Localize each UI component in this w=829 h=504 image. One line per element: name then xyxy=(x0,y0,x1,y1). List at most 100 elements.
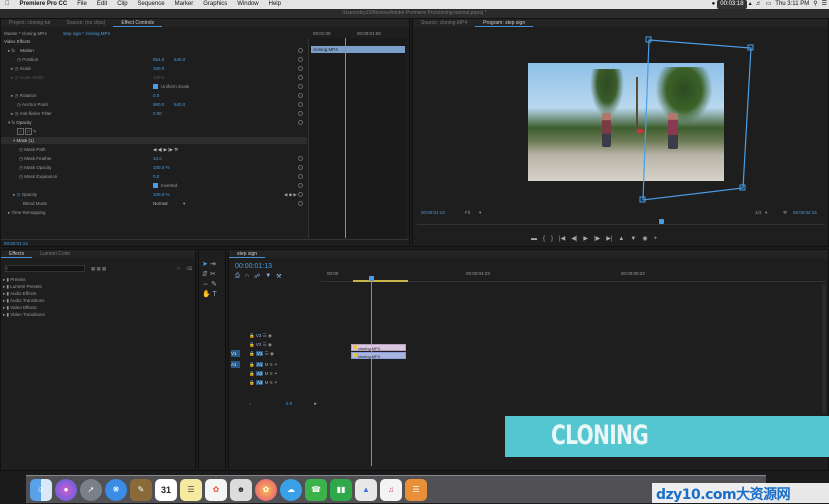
stopwatch-icon[interactable]: ◷ xyxy=(19,147,23,152)
mini-clip-bar[interactable]: cloning.MP4 xyxy=(311,46,405,53)
track-lock-icon[interactable]: 🔒 xyxy=(249,362,255,367)
mask-opacity-value[interactable]: 100.0 % xyxy=(153,164,170,171)
time-remap-toggle-icon[interactable]: ▸ xyxy=(8,210,10,215)
status-icon[interactable]: ● xyxy=(710,0,718,9)
stopwatch-icon[interactable]: ◷ xyxy=(15,93,19,98)
step-back-icon[interactable]: ◀| xyxy=(571,234,577,244)
mic-icon[interactable]: ⚭ xyxy=(274,362,278,367)
stopwatch-icon[interactable]: ◷ xyxy=(19,165,23,170)
clip-v1[interactable]: cloning.MP4 xyxy=(351,352,406,359)
mask-expansion-value[interactable]: 0.0 xyxy=(153,173,159,180)
program-timecode[interactable]: 00:00:01:13 xyxy=(421,209,445,216)
appstore-icon[interactable]: ♫ xyxy=(380,478,402,501)
mic-icon[interactable]: ⚭ xyxy=(274,380,278,385)
opacity-toggle-icon[interactable]: ▾ fx xyxy=(8,120,15,125)
delete-icon[interactable]: ⌫ xyxy=(186,265,192,272)
stopwatch-icon[interactable]: ◷ xyxy=(15,66,19,71)
launchpad-icon[interactable]: ➚ xyxy=(80,478,102,501)
lift-icon[interactable]: ▲ xyxy=(618,234,624,244)
track-select-icon[interactable]: ⇥ xyxy=(210,261,216,268)
stopwatch-icon[interactable]: ◷ xyxy=(17,57,21,62)
sequence-clip-label[interactable]: step sign * cloning.MP4 xyxy=(63,30,110,37)
inverted-checkbox[interactable] xyxy=(153,183,158,188)
effects-item[interactable]: ▸ ▮ Video Effects xyxy=(3,304,153,311)
scale-width-reset-icon[interactable] xyxy=(298,75,303,80)
solo-button[interactable]: S xyxy=(270,380,273,385)
antiflicker-value[interactable]: 0.00 xyxy=(153,110,162,117)
photos-icon[interactable]: ✿ xyxy=(205,478,227,501)
position-x-value[interactable]: 864.0 xyxy=(153,56,164,63)
menu-sequence[interactable]: Sequence xyxy=(133,0,170,9)
fit-chevron-icon[interactable]: ▾ xyxy=(479,209,481,216)
blend-mode-reset-icon[interactable] xyxy=(298,201,303,206)
work-area-bar[interactable] xyxy=(353,280,408,282)
track-sync-icon[interactable]: ☰ xyxy=(265,351,269,356)
mark-in-icon[interactable]: { xyxy=(543,234,545,244)
program-scrubber[interactable] xyxy=(417,219,825,225)
tab-source[interactable]: Source: (no clips) xyxy=(58,19,113,27)
stopwatch-icon[interactable]: ◷ xyxy=(17,102,21,107)
tab-lumetri-color[interactable]: Lumetri Color xyxy=(32,250,78,258)
timeline-settings-icon[interactable]: ⚒ xyxy=(276,273,281,280)
selection-tool-icon[interactable]: ➤ xyxy=(202,261,208,268)
master-clip-label[interactable]: Master * cloning.MP4 xyxy=(4,30,47,37)
track-lock-icon[interactable]: 🔒 xyxy=(249,380,255,385)
extract-icon[interactable]: ▼ xyxy=(630,234,636,244)
numbers-icon[interactable]: ☁ xyxy=(280,478,302,501)
scale-toggle-icon[interactable]: ▸ xyxy=(11,66,13,71)
ripple-edit-icon[interactable]: ⇵ xyxy=(202,271,208,278)
tab-sequence[interactable]: step sign xyxy=(229,250,266,258)
source-patch-v1[interactable]: V1 xyxy=(231,350,240,357)
effects-item[interactable]: ▸ ▮ Presets xyxy=(3,276,153,283)
mute-button[interactable]: M xyxy=(265,371,269,376)
snap-icon[interactable]: ∩ xyxy=(245,273,249,280)
facetime-icon[interactable]: ✿ xyxy=(255,478,277,501)
music-icon[interactable]: ▮▮ xyxy=(330,478,352,501)
opacity-keyframe-nav[interactable]: ◀ ◆ ▶ xyxy=(284,191,297,198)
pen-mask-icon[interactable]: ✎ xyxy=(33,129,37,134)
effects-item[interactable]: ▸ ▮ Lumetri Presets xyxy=(3,283,153,290)
rotation-value[interactable]: 0.0 xyxy=(153,92,159,99)
opacity-reset-icon[interactable] xyxy=(298,192,303,197)
opacity-section-reset-icon[interactable] xyxy=(298,120,303,125)
add-marker-icon[interactable]: ▼ xyxy=(265,273,271,280)
track-sync-icon[interactable]: ☰ xyxy=(263,342,267,347)
export-frame-icon[interactable]: ◉ xyxy=(642,234,647,244)
source-patch-a1[interactable]: A1 xyxy=(231,361,240,368)
mute-button[interactable]: M xyxy=(265,362,269,367)
track-lock-icon[interactable]: 🔒 xyxy=(249,351,255,356)
timeline-playhead-handle[interactable] xyxy=(369,276,374,281)
menu-help[interactable]: Help xyxy=(264,0,286,9)
uniform-scale-checkbox[interactable] xyxy=(153,84,158,89)
type-tool-icon[interactable]: T xyxy=(213,291,217,298)
wrench-icon[interactable]: ⚒ xyxy=(783,209,787,216)
solo-button[interactable]: S xyxy=(270,362,273,367)
finder-icon[interactable]: ☺ xyxy=(30,478,52,501)
pen-tool-icon[interactable]: ✎ xyxy=(211,281,217,288)
rotation-reset-icon[interactable] xyxy=(298,93,303,98)
calendar-icon[interactable]: 31 xyxy=(155,478,177,501)
effect-footer-timecode[interactable]: 00:00:01:13 xyxy=(4,240,28,246)
mute-button[interactable]: M xyxy=(265,380,269,385)
uniform-scale-reset-icon[interactable] xyxy=(298,84,303,89)
go-to-in-icon[interactable]: |◀ xyxy=(559,234,565,244)
eye-icon[interactable]: ◉ xyxy=(270,351,274,356)
reminders-icon[interactable]: ☰ xyxy=(180,478,202,501)
opacity-value-toggle-icon[interactable]: ▸ xyxy=(13,192,15,197)
battery-icon[interactable]: ▭ xyxy=(764,0,774,9)
stopwatch-icon[interactable]: ◷ xyxy=(15,111,19,116)
motion-toggle-icon[interactable]: ▸ fx xyxy=(8,48,15,53)
timeline-timecode[interactable]: 00:00:01:13 xyxy=(235,263,272,270)
button-editor-icon[interactable]: + xyxy=(654,234,658,244)
rotation-toggle-icon[interactable]: ▸ xyxy=(11,93,13,98)
motion-reset-icon[interactable] xyxy=(298,48,303,53)
track-lock-icon[interactable]: 🔒 xyxy=(249,371,255,376)
mini-playhead[interactable] xyxy=(345,38,346,238)
ellipse-mask-icon[interactable]: ○ xyxy=(17,128,24,135)
effect-mini-timeline[interactable]: cloning.MP4 xyxy=(308,38,406,238)
keynote-icon[interactable]: ☎ xyxy=(305,478,327,501)
stopwatch-icon[interactable]: ◷ xyxy=(17,192,21,197)
track-lock-icon[interactable]: 🔒 xyxy=(249,342,255,347)
tab-project[interactable]: Project: cloning-tut xyxy=(1,19,58,27)
effects-search-input[interactable] xyxy=(5,265,85,272)
